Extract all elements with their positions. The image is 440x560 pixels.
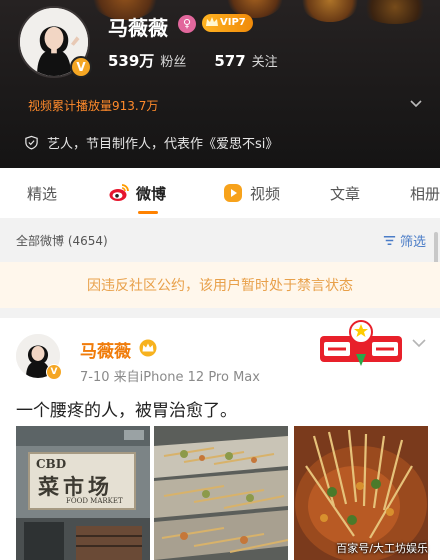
tab-weibo[interactable]: 微博 xyxy=(108,168,166,218)
sign-top-text: CBD xyxy=(36,457,67,471)
followers-count[interactable]: 539万 xyxy=(108,50,154,71)
crown-icon xyxy=(206,17,218,26)
profile-name: 马薇薇 xyxy=(108,16,168,40)
video-play-count[interactable]: 视频累计播放量913.7万 xyxy=(28,97,158,114)
chevron-down-icon[interactable] xyxy=(408,96,424,112)
profile-header: V 马薇薇 ♀ VIP7 539万 粉丝 577 关注 视频累计播放量913.7… xyxy=(0,0,440,168)
vip-badge[interactable]: VIP7 xyxy=(202,14,253,32)
post-text: 一个腰疼的人，被胃治愈了。 xyxy=(16,401,237,421)
verified-badge: V xyxy=(46,364,62,380)
tab-video[interactable]: 视频 xyxy=(222,168,280,218)
weibo-logo-icon xyxy=(109,184,129,201)
tab-featured[interactable]: 精选 xyxy=(27,168,57,218)
active-tab-indicator xyxy=(138,211,158,214)
gender-female-icon: ♀ xyxy=(178,15,196,33)
post-image-market[interactable]: CBD 菜市场 FOOD MARKET xyxy=(16,426,150,560)
vip-level-label: VIP7 xyxy=(220,17,246,28)
tab-label: 视频 xyxy=(250,184,281,203)
sign-sub-text: FOOD MARKET xyxy=(66,497,123,505)
feed-filter-bar: 全部微博 (4654) 筛选 xyxy=(0,218,440,262)
profile-stats: 539万 粉丝 577 关注 xyxy=(108,50,300,71)
video-play-icon xyxy=(224,184,242,202)
chevron-down-icon[interactable] xyxy=(410,336,428,350)
shield-icon xyxy=(25,135,38,150)
section-divider xyxy=(0,308,440,318)
tab-label: 相册 xyxy=(410,184,440,203)
filter-label: 筛选 xyxy=(399,234,426,250)
tab-albums[interactable]: 相册 xyxy=(410,168,440,218)
followers-label[interactable]: 粉丝 xyxy=(160,51,186,70)
following-count[interactable]: 577 xyxy=(214,52,245,70)
post-image-skewers[interactable] xyxy=(154,426,288,560)
tab-label: 微博 xyxy=(136,184,167,203)
header-decoration xyxy=(300,0,360,22)
crown-icon xyxy=(139,339,157,357)
identity-line: 艺人，节目制作人，代表作《爱思不si》 xyxy=(24,133,278,152)
tab-label: 精选 xyxy=(27,184,58,203)
market-sign: CBD 菜市场 FOOD MARKET xyxy=(28,452,136,510)
verified-badge: V xyxy=(70,56,92,78)
post-author-name[interactable]: 马薇薇 xyxy=(80,337,131,362)
header-decoration xyxy=(360,0,430,24)
identity-text: 艺人，节目制作人，代表作《爱思不si》 xyxy=(47,137,279,152)
watermark: 百家号/大工坊娱乐 xyxy=(336,542,428,555)
profile-tabs: 精选 微博 视频 文章 相册 xyxy=(0,168,440,218)
filter-icon xyxy=(383,235,396,245)
skewers-photo xyxy=(154,426,288,560)
cheer-sticker-icon xyxy=(320,320,402,366)
following-label[interactable]: 关注 xyxy=(252,51,278,70)
tab-articles[interactable]: 文章 xyxy=(330,168,360,218)
tab-label: 文章 xyxy=(330,184,361,203)
all-posts-count: 全部微博 (4654) xyxy=(16,233,108,248)
filter-button[interactable]: 筛选 xyxy=(382,231,426,250)
post-meta: 7-10 来自iPhone 12 Pro Max xyxy=(80,370,260,385)
ban-notice: 因违反社区公约，该用户暂时处于禁言状态 xyxy=(0,262,440,308)
